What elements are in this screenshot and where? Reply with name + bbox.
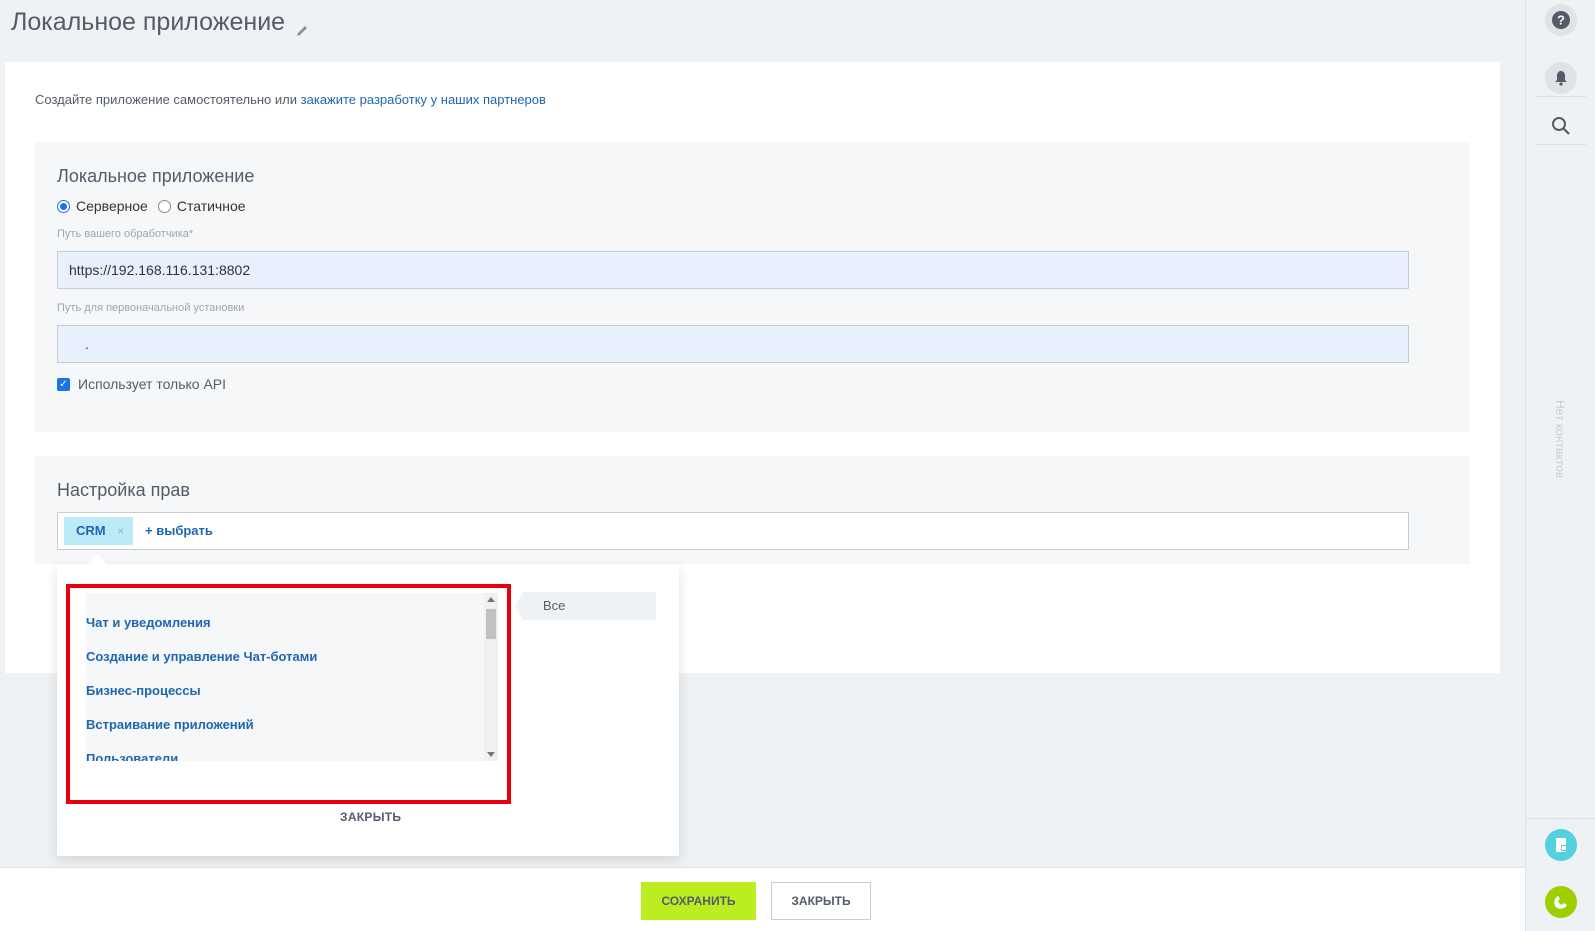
app-type-radio-group: Серверное Статичное [57,198,256,214]
intro-static: Создайте приложение самостоятельно или [35,92,301,107]
scroll-thumb[interactable] [486,609,496,639]
sidebar-divider [1536,96,1586,97]
page-title: Локальное приложение [11,8,309,37]
partners-link[interactable]: закажите разработку у наших партнеров [301,92,546,107]
phone-icon[interactable] [1545,886,1577,918]
add-right-link[interactable]: + выбрать [145,513,213,549]
list-item[interactable]: Бизнес-процессы [86,683,201,698]
document-icon[interactable] [1545,829,1577,861]
sidebar-divider [1526,818,1595,819]
add-right-label: выбрать [156,523,213,538]
svg-text:?: ? [1557,13,1565,28]
rights-tag-input[interactable]: CRM × + выбрать [57,512,1409,550]
footer-bar: СОХРАНИТЬ ЗАКРЫТЬ [0,867,1525,931]
list-item[interactable]: Создание и управление Чат-ботами [86,649,317,664]
pencil-icon[interactable] [295,16,309,36]
api-only-row: ✓ Использует только API [57,376,226,392]
save-button[interactable]: СОХРАНИТЬ [641,882,756,920]
radio-server-label[interactable]: Серверное [76,198,148,214]
intro-text: Создайте приложение самостоятельно или з… [35,92,546,107]
list-item[interactable]: Пользователи [86,751,178,761]
install-path-input[interactable]: . [57,325,1409,363]
list-item[interactable]: Чат и уведомления [86,615,211,630]
rights-list: Чат и уведомления Создание и управление … [86,593,496,761]
section-title-local: Локальное приложение [57,166,255,186]
radio-server[interactable] [57,199,70,213]
scroll-down-arrow-icon[interactable] [487,752,495,757]
help-icon[interactable]: ? [1545,4,1577,36]
rights-section: Настройка прав CRM × + выбрать [35,456,1470,564]
handler-path-label: Путь вашего обработчика* [57,228,194,240]
local-app-section: Локальное приложение Серверное Статичное… [35,142,1470,432]
api-only-label[interactable]: Использует только API [78,376,226,392]
right-sidebar: ? Нет контактов [1525,0,1595,931]
handler-path-input[interactable]: https://192.168.116.131:8802 [57,251,1409,289]
sidebar-divider [1536,144,1586,145]
radio-static[interactable] [157,199,171,213]
tag-crm: CRM × [64,517,133,545]
list-scrollbar[interactable] [484,593,498,761]
tag-remove-icon[interactable]: × [117,517,124,545]
api-only-checkbox[interactable]: ✓ [57,377,70,391]
scroll-up-arrow-icon[interactable] [487,597,495,602]
no-contacts-text: Нет контактов [1553,400,1567,479]
install-path-label: Путь для первоначальной установки [57,302,245,314]
bell-icon[interactable] [1545,62,1577,94]
page-title-text: Локальное приложение [11,8,286,36]
tag-crm-label: CRM [76,523,106,538]
list-item[interactable]: Встраивание приложений [86,717,254,732]
close-button[interactable]: ЗАКРЫТЬ [771,882,871,920]
rights-list-highlight: Чат и уведомления Создание и управление … [66,584,511,804]
section-title-rights: Настройка прав [57,480,190,500]
plus-icon: + [145,523,157,538]
popup-close-button[interactable]: ЗАКРЫТЬ [340,810,401,824]
rights-popup: Чат и уведомления Создание и управление … [57,553,679,856]
radio-static-label[interactable]: Статичное [177,198,246,214]
search-icon[interactable] [1545,110,1577,142]
tab-all[interactable]: Все [515,592,656,620]
